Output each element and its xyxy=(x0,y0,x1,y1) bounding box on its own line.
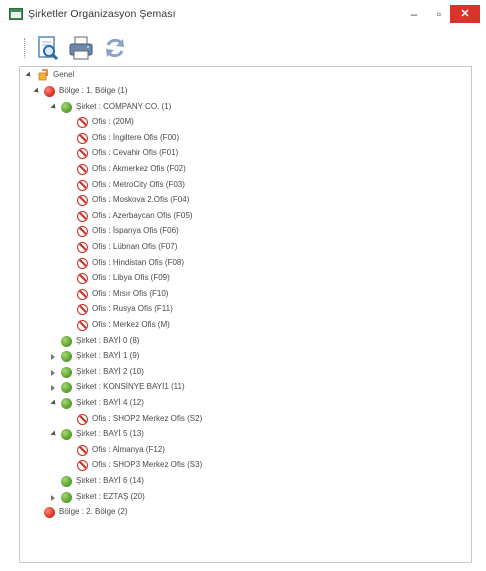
tree-node-label: Ofis : Moskova 2.Ofis (F04) xyxy=(92,195,190,205)
company-status-icon xyxy=(61,429,72,441)
tree-node-label: Şirket : COMPANY CO. (1) xyxy=(76,101,172,111)
tree-node-label: Ofis : Almanya (F12) xyxy=(92,444,165,454)
tree-node-label: Ofis : SHOP3 Merkez Ofis (S3) xyxy=(92,460,203,470)
office-status-icon xyxy=(77,288,88,300)
tree-node-label: Şirket : BAYİ 0 (8) xyxy=(76,335,140,345)
collapse-arrow-icon[interactable] xyxy=(50,430,58,438)
office-status-icon xyxy=(77,242,88,253)
collapse-arrow-icon[interactable] xyxy=(50,103,58,111)
tree-node-label: Bölge : 2. Bölge (2) xyxy=(59,507,128,517)
company-status-icon xyxy=(61,491,72,503)
office-status-icon xyxy=(77,195,88,207)
toolbar-grip xyxy=(24,38,27,58)
expand-arrow-icon[interactable] xyxy=(25,71,33,79)
toolbar xyxy=(0,30,486,66)
tree-node-label: Şirket : BAYİ 1 (9) xyxy=(76,351,140,361)
region-status-icon xyxy=(44,507,55,519)
office-status-icon xyxy=(77,179,88,191)
tree-node-label: Ofis : İspanya Ofis (F06) xyxy=(92,226,179,236)
expand-arrow-icon[interactable] xyxy=(51,369,55,376)
office-status-icon xyxy=(77,148,88,160)
title-bar[interactable]: Şirketler Organizasyon Şeması – ▫ ✕ xyxy=(0,0,486,30)
tree-node-label: Ofis : Merkez Ofis (M) xyxy=(92,320,170,329)
office-status-icon xyxy=(77,132,88,144)
office-status-icon xyxy=(77,226,88,238)
tree-node-label: Bölge : 1. Bölge (1) xyxy=(59,86,128,95)
office-status-icon xyxy=(77,164,88,175)
office-status-icon xyxy=(77,304,88,316)
tree-node-label: Ofis : Mısır Ofis (F10) xyxy=(92,288,169,298)
app-icon xyxy=(9,8,23,20)
company-status-icon xyxy=(61,335,72,347)
company-status-icon xyxy=(61,366,72,378)
root-folder-icon xyxy=(38,69,48,81)
office-status-icon xyxy=(77,320,88,331)
tree-node-label: Ofis : Libya Ofis (F09) xyxy=(92,273,170,283)
office-status-icon xyxy=(77,273,88,285)
region-status-icon xyxy=(44,86,55,97)
tree-node-label: Ofis : Lübnan Ofis (F07) xyxy=(92,242,178,251)
company-status-icon xyxy=(61,382,72,394)
tree-node-label: Şirket : KONSİNYE BAYİ1 (11) xyxy=(76,382,185,392)
company-status-icon xyxy=(61,101,72,113)
tree-node-label: Şirket : BAYİ 2 (10) xyxy=(76,366,144,376)
expand-arrow-icon[interactable] xyxy=(51,385,55,392)
print-preview-button[interactable] xyxy=(34,34,62,62)
office-status-icon xyxy=(77,413,88,425)
expand-arrow-icon[interactable] xyxy=(51,494,55,501)
tree-root-label: Genel xyxy=(53,70,75,79)
tree-node-label: Şirket : BAYİ 6 (14) xyxy=(76,476,144,485)
office-status-icon xyxy=(77,444,88,456)
company-status-icon xyxy=(61,476,72,487)
tree-node-label: Ofis : Azerbaycan Ofis (F05) xyxy=(92,210,193,220)
company-status-icon xyxy=(61,351,72,363)
tree-node-label: Ofis : (20M) xyxy=(92,117,134,127)
company-status-icon xyxy=(61,398,72,409)
office-status-icon xyxy=(77,117,88,129)
print-button[interactable] xyxy=(67,34,95,62)
collapse-arrow-icon[interactable] xyxy=(33,87,41,95)
tree-node-label: Ofis : Akmerkez Ofis (F02) xyxy=(92,164,186,173)
expand-arrow-icon[interactable] xyxy=(51,354,55,361)
tree-node-label: Ofis : İngiltere Ofis (F00) xyxy=(92,132,180,142)
refresh-icon xyxy=(106,38,124,58)
minimize-button[interactable]: – xyxy=(403,4,425,24)
tree-node-label: Şirket : BAYİ 4 (12) xyxy=(76,398,144,407)
maximize-button[interactable]: ▫ xyxy=(428,4,450,24)
tree-node-label: Ofis : SHOP2 Merkez Ofis (S2) xyxy=(92,413,203,423)
collapse-arrow-icon[interactable] xyxy=(50,399,58,407)
printer-icon xyxy=(69,36,93,60)
org-tree-panel[interactable]: Genel Bölge : 1. Bölge (1) Şirket : COMPA… xyxy=(19,66,472,563)
tree-node-label: Şirket : EZTAŞ (20) xyxy=(76,491,145,501)
refresh-button[interactable] xyxy=(101,34,129,62)
tree-node-label: Ofis : Hindistan Ofis (F08) xyxy=(92,257,185,267)
tree-node-label: Ofis : Cevahir Ofis (F01) xyxy=(92,148,179,158)
office-status-icon xyxy=(77,460,88,472)
office-status-icon xyxy=(77,257,88,269)
office-status-icon xyxy=(77,210,88,222)
tree-node-label: Şirket : BAYİ 5 (13) xyxy=(76,429,144,439)
tree-node-label: Ofis : Rusya Ofis (F11) xyxy=(92,304,173,314)
close-button[interactable]: ✕ xyxy=(450,5,480,23)
tree-node-label: Ofis : MetroCity Ofis (F03) xyxy=(92,179,185,189)
org-chart-window: Şirketler Organizasyon Şeması – ▫ ✕ Gene… xyxy=(0,0,486,571)
print-preview-icon xyxy=(38,36,59,61)
window-title: Şirketler Organizasyon Şeması xyxy=(28,8,176,20)
